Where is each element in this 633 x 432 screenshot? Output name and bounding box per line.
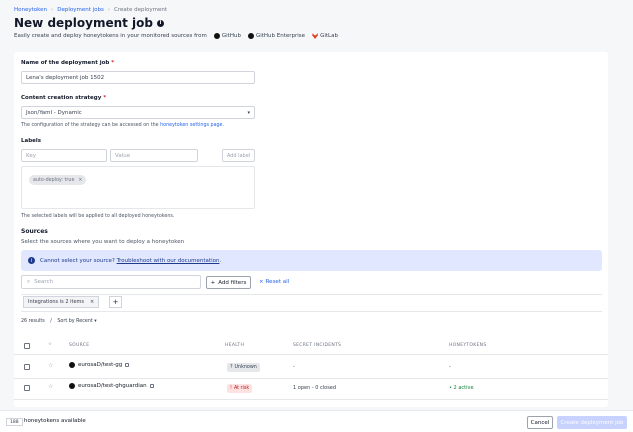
breadcrumb-deployment-jobs[interactable]: Deployment jobs — [57, 7, 104, 13]
lock-icon — [149, 384, 154, 388]
incidents-cell: 1 open - 0 closed — [293, 385, 337, 391]
table-row-source[interactable]: eurosaD/test-ghguardian — [69, 383, 154, 389]
status-badge: ! At risk — [227, 384, 253, 393]
health-label: Unknown — [234, 365, 257, 370]
plus-icon: + — [210, 279, 216, 286]
alert-icon: ! — [230, 386, 232, 391]
gitlab-icon — [312, 33, 319, 39]
filter-chip-text: Integrations is 2 items — [28, 299, 85, 305]
sources-title: Sources — [21, 228, 48, 235]
star-header-icon: ☆ — [48, 342, 53, 347]
star-icon[interactable]: ☆ — [48, 362, 53, 369]
github-icon — [213, 33, 220, 39]
labels-box — [21, 166, 255, 209]
create-deployment-button[interactable]: Create deployment job — [557, 416, 627, 429]
source-github: GitHub — [213, 33, 241, 39]
source-gitlab: GitLab — [312, 33, 338, 39]
info-icon: i — [28, 257, 35, 264]
github-icon — [69, 362, 75, 368]
source-github-enterprise: GitHub Enterprise — [247, 33, 306, 39]
reset-all-label: Reset all — [265, 279, 290, 285]
source-gitlab-label: GitLab — [320, 33, 338, 39]
footer-bar: 188 honeytokens available Cancel Create … — [0, 410, 633, 432]
settings-link[interactable]: honeytoken settings page. — [160, 123, 224, 128]
available-text: honeytokens available — [24, 418, 86, 424]
sources-description: Select the sources where you want to dep… — [21, 239, 185, 245]
close-icon: × — [259, 279, 264, 285]
sort-select[interactable]: Sort by Recent — [57, 319, 92, 324]
page-subtitle: Easily create and deploy honeytokens in … — [14, 33, 338, 39]
count-badge: 188 — [6, 418, 23, 426]
header-source[interactable]: Source — [69, 343, 89, 348]
add-label-button[interactable]: Add label — [222, 149, 255, 162]
search-input[interactable]: ⌕ Search — [21, 275, 201, 289]
lock-icon — [125, 363, 130, 367]
reset-all-button[interactable]: × Reset all — [259, 279, 289, 285]
info-icon[interactable]: i — [157, 19, 164, 27]
chevron-right-icon: › — [107, 7, 111, 13]
honeytokens-active: 2 active — [453, 385, 474, 391]
page-title-text: New deployment job — [14, 16, 153, 30]
close-icon[interactable]: × — [78, 178, 82, 183]
chevron-right-icon: › — [51, 7, 54, 13]
cancel-button[interactable]: Cancel — [527, 416, 553, 429]
honeytokens-cell: • 2 active — [449, 385, 474, 391]
form-card: Name of the deployment job * Lena's depl… — [14, 52, 608, 407]
labels-helper: The selected labels will be applied to a… — [21, 214, 175, 219]
row-checkbox[interactable] — [24, 364, 30, 370]
question-icon: ? — [230, 365, 233, 370]
label-chip: auto-deploy: true × — [29, 175, 87, 185]
label-value-input[interactable]: Value — [110, 149, 198, 162]
header-honeytokens[interactable]: Honeytokens — [449, 343, 487, 348]
add-filter-plus-button[interactable]: + — [109, 296, 122, 308]
strategy-label: Content creation strategy * — [21, 95, 107, 101]
troubleshoot-link[interactable]: Troubleshoot with our documentation — [117, 258, 220, 264]
row-checkbox[interactable] — [24, 385, 30, 391]
github-icon — [247, 33, 254, 39]
search-icon: ⌕ — [27, 278, 31, 285]
label-chip-text: auto-deploy: true — [33, 177, 75, 183]
breadcrumb-honeytoken[interactable]: Honeytoken — [14, 7, 47, 13]
github-icon — [69, 383, 75, 389]
source-label: eurosaD/test-ghguardian — [78, 383, 147, 389]
divider — [14, 354, 608, 355]
search-placeholder: Search — [34, 279, 53, 285]
close-icon[interactable]: × — [90, 299, 94, 305]
star-icon[interactable]: ☆ — [48, 383, 53, 390]
subtitle-text: Easily create and deploy honeytokens in … — [14, 33, 207, 39]
divider — [14, 399, 608, 400]
incidents-cell: - — [293, 364, 295, 370]
info-banner: i Cannot select your source? Troubleshoo… — [21, 250, 602, 271]
integrations-filter-chip[interactable]: Integrations is 2 items × — [23, 296, 100, 308]
divider — [14, 378, 608, 379]
table-row-source[interactable]: eurosaD/test-gg — [69, 362, 130, 368]
breadcrumb-current: Create deployment — [114, 7, 167, 13]
results-count: 26 results — [21, 319, 45, 324]
source-github-enterprise-label: GitHub Enterprise — [255, 33, 306, 39]
add-filters-label: Add filters — [218, 279, 247, 286]
header-health[interactable]: Health — [225, 343, 244, 348]
banner-text: Cannot select your source? Troubleshoot … — [40, 257, 222, 264]
results-bar: 26 results / Sort by Recent ▾ — [21, 319, 97, 324]
breadcrumb: Honeytoken › Deployment jobs › Create de… — [14, 7, 167, 13]
source-github-label: GitHub — [221, 33, 241, 39]
strategy-helper: The configuration of the strategy can be… — [21, 123, 225, 128]
labels-title: Labels — [21, 138, 42, 144]
status-badge: ? Unknown — [227, 363, 260, 372]
page-title: New deployment job i — [14, 16, 164, 30]
header-incidents[interactable]: Secret incidents — [293, 343, 341, 348]
strategy-select-value: Json/Yaml - Dynamic — [26, 109, 82, 116]
strategy-select[interactable]: Json/Yaml - Dynamic ▾ — [21, 106, 255, 119]
label-key-input[interactable]: Key — [21, 149, 107, 162]
chevron-down-icon: ▾ — [94, 319, 97, 324]
name-label: Name of the deployment job * — [21, 60, 115, 66]
add-filters-button[interactable]: + Add filters — [206, 276, 251, 289]
source-label: eurosaD/test-gg — [78, 362, 123, 368]
select-all-checkbox[interactable] — [24, 343, 30, 349]
health-label: At risk — [233, 386, 250, 391]
honeytokens-cell: - — [449, 364, 451, 370]
chevron-down-icon: ▾ — [247, 110, 250, 116]
name-input[interactable]: Lena's deployment job 1502 — [21, 71, 255, 84]
